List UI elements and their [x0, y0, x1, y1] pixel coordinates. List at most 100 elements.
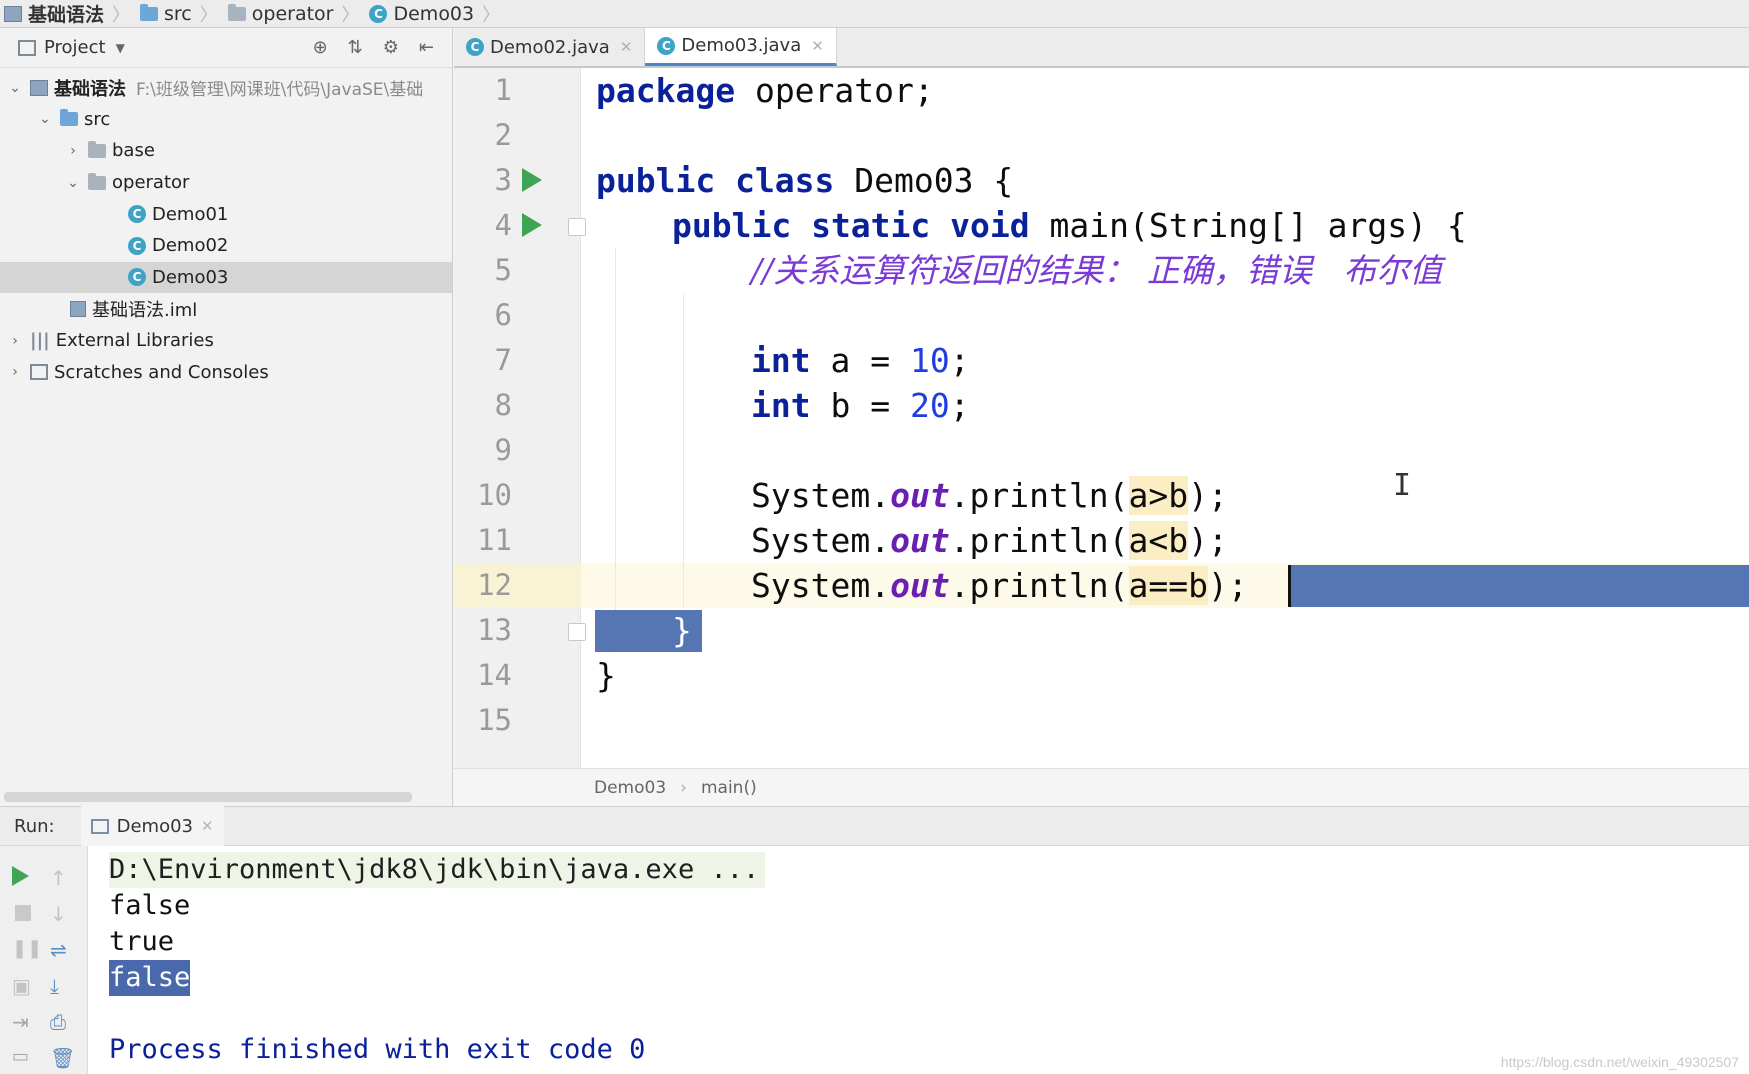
tree-item-operator[interactable]: ⌄ operator	[0, 167, 452, 199]
line-number: 9	[494, 433, 512, 467]
trash-icon[interactable]: 🗑	[50, 1046, 75, 1070]
chevron-down-icon[interactable]: ⌄	[8, 80, 22, 96]
nav-crumb-src[interactable]: src 〉	[136, 0, 224, 28]
locate-icon[interactable]: ⊕	[313, 37, 328, 58]
layout-icon[interactable]: ▭	[12, 1046, 34, 1068]
horizontal-scrollbar[interactable]	[4, 792, 412, 802]
nav-crumb-demo03[interactable]: C Demo03 〉	[365, 0, 506, 28]
code-line-10[interactable]: System.out.println(a>b);	[751, 473, 1228, 518]
line-number: 2	[494, 118, 512, 152]
stop-icon[interactable]	[12, 902, 34, 924]
code-text: ;	[949, 341, 970, 380]
code-line-3[interactable]: public class Demo03 {	[596, 158, 1013, 203]
code-text: System.	[751, 476, 891, 515]
folder-icon	[140, 3, 159, 21]
code-text: );	[1188, 521, 1228, 560]
class-icon: C	[466, 38, 484, 56]
tab-demo02[interactable]: C Demo02.java ✕	[454, 28, 646, 66]
code-line-7[interactable]: int a = 10;	[751, 338, 970, 383]
nav-crumb-module[interactable]: 基础语法 〉	[0, 0, 136, 28]
tree-item-demo03[interactable]: C Demo03	[0, 261, 452, 294]
soft-wrap-icon[interactable]: ⇌	[50, 938, 72, 962]
pause-icon[interactable]: ❚❚	[12, 938, 42, 960]
tree-item-external-libraries[interactable]: › ||| External Libraries	[0, 325, 452, 357]
project-view-selector[interactable]: Project	[44, 37, 106, 58]
indent-guide	[615, 248, 616, 653]
watermark: https://blog.csdn.net/weixin_49302507	[1500, 1054, 1739, 1070]
gear-icon[interactable]: ⚙	[383, 37, 399, 58]
close-icon[interactable]: ✕	[620, 38, 633, 56]
code-line-4[interactable]: public static void main(String[] args) {	[672, 203, 1467, 248]
chevron-right-icon: 〉	[112, 4, 131, 26]
tree-item-src[interactable]: ⌄ src	[0, 104, 452, 136]
run-console[interactable]: D:\Environment\jdk8\jdk\bin\java.exe ...…	[88, 846, 1749, 1074]
tree-item-module[interactable]: ⌄ 基础语法 F:\班级管理\网课班\代码\JavaSE\基础	[0, 72, 452, 104]
nav-crumb-operator[interactable]: operator 〉	[224, 0, 366, 28]
close-icon[interactable]: ✕	[201, 817, 214, 835]
code-text: System.	[751, 521, 891, 560]
code-editor[interactable]: 1 2 3 4 5 6 7 8 9 10 11 12 13 14 15 pack…	[454, 68, 1749, 768]
breadcrumb-class[interactable]: Demo03	[594, 778, 666, 798]
chevron-right-icon[interactable]: ›	[8, 364, 22, 380]
tree-item-demo02[interactable]: C Demo02	[0, 230, 452, 262]
run-main-icon[interactable]	[522, 213, 542, 237]
run-class-icon[interactable]	[522, 168, 542, 192]
class-icon: C	[128, 268, 146, 287]
code-line-8[interactable]: int b = 20;	[751, 383, 970, 428]
print-icon[interactable]: ⎙	[50, 1010, 72, 1034]
code-text: .println(	[949, 521, 1129, 560]
tree-item-label: External Libraries	[55, 330, 214, 352]
argument-hint: a==b	[1128, 566, 1208, 605]
collapse-all-icon[interactable]: ⇅	[348, 37, 363, 58]
chevron-down-icon[interactable]: ▼	[116, 41, 125, 55]
tab-demo03[interactable]: C Demo03.java ✕	[645, 28, 837, 66]
indent-guide	[683, 293, 684, 608]
code-text: System.	[751, 566, 891, 605]
code-text: main(String[] args) {	[1029, 206, 1467, 245]
tree-item-demo01[interactable]: C Demo01	[0, 198, 452, 230]
tree-item-iml[interactable]: 基础语法.iml	[0, 293, 452, 325]
tree-item-label: operator	[112, 172, 190, 194]
nav-crumb-label: src	[164, 2, 192, 25]
arrow-up-icon[interactable]: ↑	[50, 866, 72, 890]
run-label: Run:	[14, 815, 55, 837]
code-text: Demo03 {	[834, 161, 1014, 200]
code-line-11[interactable]: System.out.println(a<b);	[751, 518, 1228, 563]
chevron-down-icon[interactable]: ⌄	[66, 175, 80, 191]
run-tab-demo03[interactable]: Demo03 ✕	[80, 806, 224, 846]
chevron-right-icon[interactable]: ›	[8, 333, 22, 349]
line-number: 7	[494, 343, 512, 377]
line-number: 14	[477, 658, 512, 692]
tree-item-scratches[interactable]: › Scratches and Consoles	[0, 356, 452, 388]
chevron-right-icon: ›	[680, 777, 687, 798]
close-icon[interactable]: ✕	[811, 37, 824, 55]
run-panel-header: Run: Demo03 ✕	[0, 806, 1749, 846]
code-line-12[interactable]: System.out.println(a==b);	[751, 563, 1248, 608]
breadcrumb-method[interactable]: main()	[701, 778, 757, 798]
project-tool-window: Project ▼ ⊕ ⇅ ⚙ ⇤ ⌄ 基础语法 F:\班级管理\网课班\代码\…	[0, 28, 453, 806]
module-icon	[30, 79, 48, 96]
scroll-to-end-icon[interactable]: ⤓	[50, 974, 72, 998]
fold-icon[interactable]	[568, 218, 586, 236]
line-number: 15	[477, 703, 512, 737]
tree-item-base[interactable]: › base	[0, 135, 452, 167]
rerun-icon[interactable]	[12, 866, 34, 888]
arrow-down-icon[interactable]: ↓	[50, 902, 72, 926]
hide-icon[interactable]: ⇤	[419, 37, 434, 58]
argument-hint: a>b	[1128, 476, 1189, 515]
mouse-ibeam-cursor: I	[1393, 468, 1412, 503]
tree-item-label: Demo03	[152, 266, 229, 288]
code-line-13[interactable]: }	[672, 608, 692, 653]
console-output-line: true	[109, 926, 175, 957]
chevron-down-icon[interactable]: ⌄	[38, 111, 52, 127]
module-path: F:\班级管理\网课班\代码\JavaSE\基础	[136, 80, 424, 101]
chevron-right-icon[interactable]: ›	[66, 143, 80, 159]
fold-icon[interactable]	[568, 623, 586, 641]
exit-icon[interactable]: ⇥	[12, 1010, 34, 1034]
camera-icon[interactable]: ▣	[12, 974, 34, 998]
nav-crumb-label: operator	[251, 2, 334, 25]
code-line-1[interactable]: package operator;	[596, 68, 934, 113]
code-comment-line-5[interactable]: //关系运算符返回的结果： 正确，错误 布尔值	[751, 248, 1442, 293]
text-caret	[1288, 565, 1291, 607]
code-line-14[interactable]: }	[596, 653, 616, 698]
